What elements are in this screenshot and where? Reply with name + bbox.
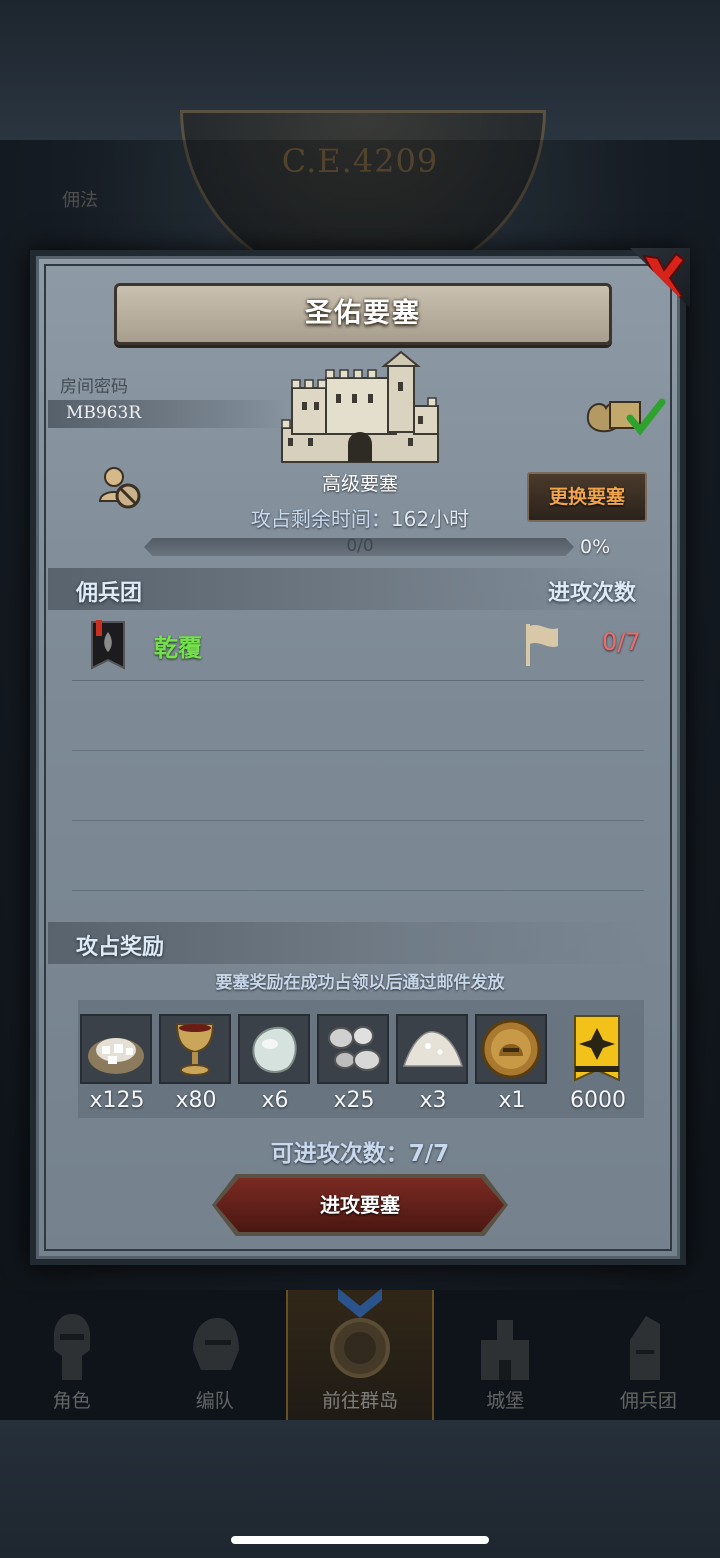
reward-item[interactable]: x3 xyxy=(396,1014,470,1113)
empty-row-divider xyxy=(72,750,644,751)
helmet-medal-icon xyxy=(481,1019,541,1079)
nav-item-mercenary[interactable]: 佣兵团 xyxy=(577,1290,720,1420)
nav-label: 前往群岛 xyxy=(322,1390,399,1412)
reward-icon-frame xyxy=(159,1014,231,1084)
reward-item[interactable]: x1 xyxy=(475,1014,549,1113)
castle-icon xyxy=(481,1320,530,1380)
reward-icon-frame xyxy=(317,1014,389,1084)
progress-count: 0/0 xyxy=(346,536,374,556)
mercenary-section-title: 佣兵团 xyxy=(76,581,143,606)
attack-fortress-button[interactable]: 进攻要塞 xyxy=(216,1178,504,1232)
reward-quantity: x1 xyxy=(498,1088,526,1113)
nav-label: 城堡 xyxy=(486,1390,525,1412)
goblet-icon xyxy=(175,1023,215,1076)
reward-quantity: x6 xyxy=(261,1088,289,1113)
reward-quantity: 6000 xyxy=(570,1088,626,1113)
remaining-attempts: 可进攻次数：7/7 xyxy=(270,1141,450,1167)
silver-ore-icon xyxy=(328,1026,381,1071)
ore-sack-icon xyxy=(88,1038,144,1074)
empty-row-divider xyxy=(72,820,644,821)
dialog-title: 圣佑要塞 xyxy=(305,298,421,329)
progress-percent: 0% xyxy=(580,536,611,558)
flag-icon xyxy=(526,624,558,666)
attack-count-header: 进攻次数 xyxy=(548,581,637,606)
title-banner: 圣佑要塞 xyxy=(114,283,612,345)
reward-icon-frame xyxy=(80,1014,152,1084)
helmet-icon xyxy=(192,1318,239,1370)
gem-icon xyxy=(252,1026,297,1073)
remaining-time-value: 162小时 xyxy=(390,507,470,531)
bottom-nav: 角色 编队 前往群岛 城堡 佣兵团 xyxy=(0,1288,720,1420)
nav-label: 佣兵团 xyxy=(619,1390,677,1412)
chevron-down-icon xyxy=(338,1288,382,1318)
reward-note: 要塞奖励在成功占领以后通过邮件发放 xyxy=(215,973,505,993)
nav-item-islands[interactable]: 前往群岛 xyxy=(286,1288,434,1420)
reward-item[interactable]: x125 xyxy=(80,1014,154,1113)
reward-item[interactable]: x25 xyxy=(317,1014,391,1113)
nav-item-castle[interactable]: 城堡 xyxy=(434,1290,577,1420)
mercenary-icon xyxy=(630,1316,661,1380)
mercenary-attack-count: 0/7 xyxy=(602,628,641,656)
guild-emblem-icon xyxy=(91,620,125,670)
reward-icon-frame xyxy=(238,1014,310,1084)
reward-icon-frame xyxy=(561,1014,633,1084)
guild-banner-icon xyxy=(574,1015,620,1082)
empty-row-divider xyxy=(72,890,644,891)
reward-icon-frame xyxy=(396,1014,468,1084)
reward-item[interactable]: x6 xyxy=(238,1014,312,1113)
mercenary-row[interactable]: 乾覆 0/7 xyxy=(72,612,644,681)
change-fortress-button[interactable]: 更换要塞 xyxy=(527,472,647,522)
home-indicator[interactable] xyxy=(231,1536,489,1544)
remaining-time-label: 攻占剩余时间： xyxy=(250,507,391,531)
powder-icon xyxy=(402,1031,464,1067)
nav-item-formation[interactable]: 编队 xyxy=(143,1290,286,1420)
reward-quantity: x125 xyxy=(89,1088,145,1113)
reward-quantity: x3 xyxy=(419,1088,447,1113)
loot-claimed-icon[interactable] xyxy=(584,390,666,440)
knight-icon xyxy=(53,1314,90,1380)
mercenary-name: 乾覆 xyxy=(154,634,202,662)
reward-item[interactable]: x80 xyxy=(159,1014,233,1113)
no-entry-user-icon[interactable] xyxy=(98,465,144,511)
room-password-value: MB963R xyxy=(66,403,142,423)
nav-label: 编队 xyxy=(195,1390,234,1412)
reward-quantity: x80 xyxy=(175,1088,217,1113)
room-password-label: 房间密码 xyxy=(60,377,128,397)
reward-quantity: x25 xyxy=(333,1088,375,1113)
reward-section-title: 攻占奖励 xyxy=(76,935,165,960)
fortress-icon xyxy=(281,350,439,463)
reward-icon-frame xyxy=(475,1014,547,1084)
reward-item[interactable]: 6000 xyxy=(561,1014,635,1113)
nav-label: 角色 xyxy=(52,1390,91,1412)
nav-item-character[interactable]: 角色 xyxy=(0,1290,143,1420)
